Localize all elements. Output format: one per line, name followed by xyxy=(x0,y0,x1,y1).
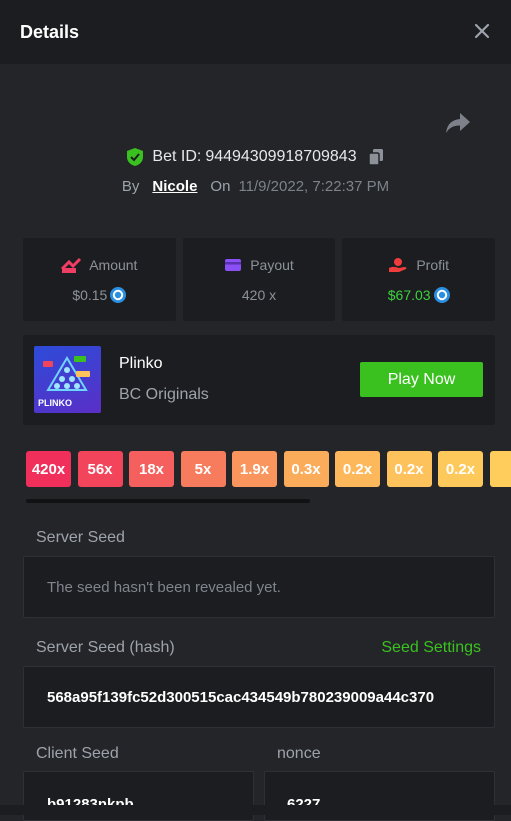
profit-label: Profit xyxy=(416,257,449,273)
game-card: PLINKO Plinko BC Originals Play Now xyxy=(23,335,495,425)
payout-stat: Payout 420 x xyxy=(183,238,336,321)
close-button[interactable] xyxy=(469,18,495,44)
page-title: Details xyxy=(20,22,79,43)
nonce-label: nonce xyxy=(277,745,321,763)
coin-icon xyxy=(434,287,450,303)
multiplier-chip xyxy=(490,451,511,487)
coin-icon xyxy=(110,287,126,303)
server-seed-label: Server Seed xyxy=(36,529,125,547)
multiplier-chip: 5x xyxy=(181,451,226,487)
user-link[interactable]: Nicole xyxy=(152,178,197,195)
amount-value: $0.15 xyxy=(72,287,107,303)
share-icon xyxy=(444,110,472,136)
wallet-icon xyxy=(224,257,242,273)
horizontal-scrollbar[interactable] xyxy=(26,499,310,503)
profit-hand-icon xyxy=(388,257,408,273)
multiplier-row: 420x56x18x5x1.9x0.3x0.2x0.2x0.2x xyxy=(26,451,511,487)
multiplier-chip: 0.2x xyxy=(387,451,432,487)
server-seed-hash-label: Server Seed (hash) xyxy=(36,639,175,657)
thumbnail-text: PLINKO xyxy=(38,398,72,408)
profit-value: $67.03 xyxy=(388,287,431,303)
server-seed-hash-value: 568a95f139fc52d300515cac434549b780239009… xyxy=(47,689,434,706)
amount-stat: Amount $0.15 xyxy=(23,238,176,321)
multiplier-chip: 18x xyxy=(129,451,174,487)
server-seed-field: The seed hasn't been revealed yet. xyxy=(23,556,495,618)
multiplier-chip: 420x xyxy=(26,451,71,487)
by-label: By xyxy=(122,178,140,195)
copy-icon[interactable] xyxy=(367,148,385,166)
multiplier-chip: 0.2x xyxy=(438,451,483,487)
amount-label: Amount xyxy=(89,257,137,273)
share-button[interactable] xyxy=(444,110,472,136)
verified-shield-icon xyxy=(126,147,144,167)
payout-label: Payout xyxy=(250,257,294,273)
server-seed-hash-field[interactable]: 568a95f139fc52d300515cac434549b780239009… xyxy=(23,666,495,728)
bet-id-value: 94494309918709843 xyxy=(205,148,356,166)
client-seed-label: Client Seed xyxy=(36,745,119,763)
amount-icon xyxy=(61,257,81,273)
multiplier-chip: 1.9x xyxy=(232,451,277,487)
plinko-thumbnail[interactable]: PLINKO xyxy=(34,346,101,413)
bet-id-label: Bet ID: xyxy=(152,148,201,166)
game-name: Plinko xyxy=(119,355,163,373)
profit-stat: Profit $67.03 xyxy=(342,238,495,321)
bet-date: 11/9/2022, 7:22:37 PM xyxy=(238,178,389,195)
bet-id-row: Bet ID: 94494309918709843 xyxy=(0,144,511,170)
multiplier-chip: 0.3x xyxy=(284,451,329,487)
game-provider: BC Originals xyxy=(119,386,209,404)
multiplier-chip: 56x xyxy=(78,451,123,487)
play-now-button[interactable]: Play Now xyxy=(360,362,483,397)
server-seed-placeholder: The seed hasn't been revealed yet. xyxy=(47,579,281,596)
bottom-overlay xyxy=(0,805,511,815)
bet-stats: Amount $0.15 Payout 420 x Profit xyxy=(23,238,495,321)
on-label: On xyxy=(210,178,230,195)
close-icon xyxy=(474,23,490,39)
seed-settings-link[interactable]: Seed Settings xyxy=(381,639,481,657)
details-header: Details xyxy=(0,0,511,64)
bet-author-row: By Nicole On 11/9/2022, 7:22:37 PM xyxy=(0,175,511,197)
multiplier-chip: 0.2x xyxy=(335,451,380,487)
payout-value: 420 x xyxy=(242,287,276,303)
